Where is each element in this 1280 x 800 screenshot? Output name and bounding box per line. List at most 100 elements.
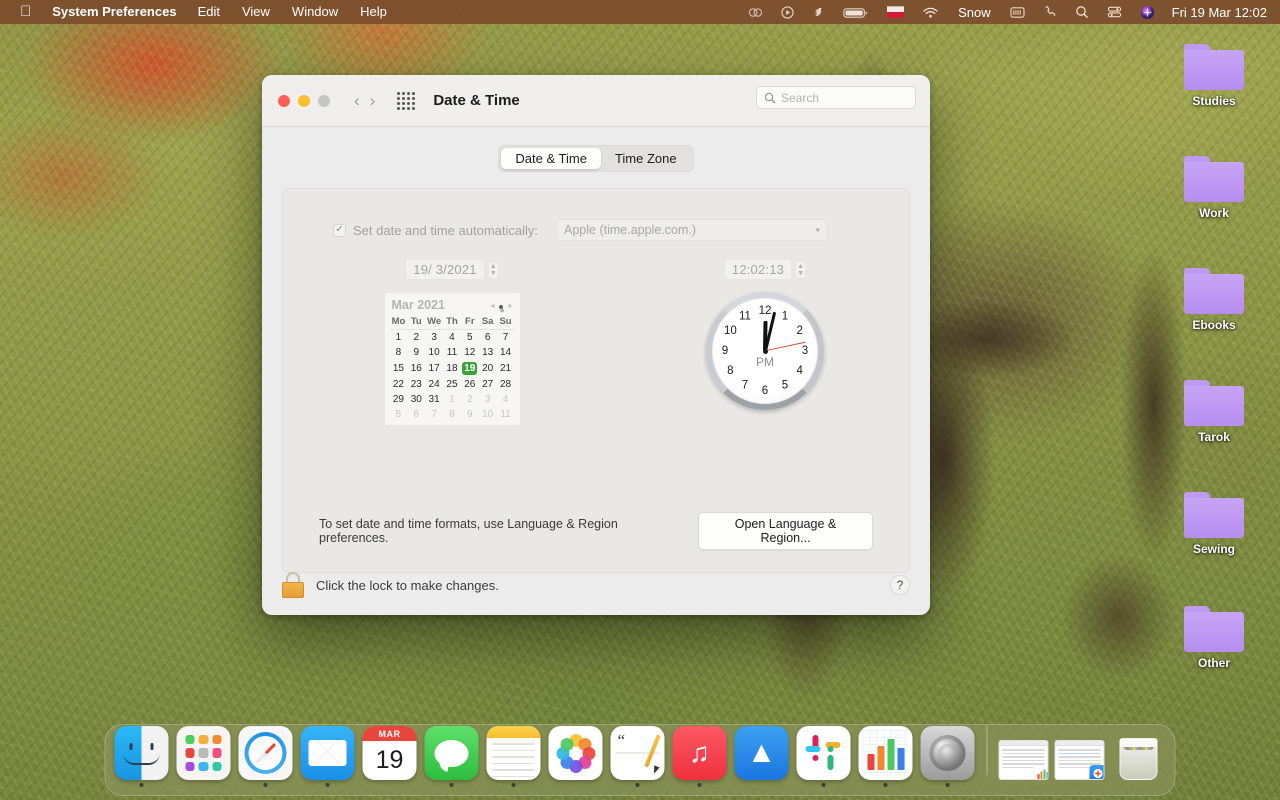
- dock-item-mail[interactable]: [300, 726, 356, 787]
- menu-bar-clock[interactable]: Fri 19 Mar 12:02: [1164, 5, 1271, 20]
- dock-item-safari[interactable]: [238, 726, 294, 787]
- calendar-day-cell[interactable]: 7: [497, 330, 515, 346]
- menu-item-edit[interactable]: Edit: [187, 0, 231, 24]
- tab-date-time[interactable]: Date & Time: [501, 148, 601, 169]
- time-stepper-field[interactable]: 12:02:13 ▲ ▼: [724, 259, 806, 280]
- bird-icon[interactable]: [803, 0, 834, 24]
- menu-item-view[interactable]: View: [231, 0, 281, 24]
- date-stepper-field[interactable]: 19/ 3/2021 ▲ ▼: [405, 259, 498, 280]
- siri-icon[interactable]: [1131, 0, 1164, 24]
- dock-minimized-safari-window[interactable]: [1055, 740, 1105, 787]
- calendar-day-cell[interactable]: 1: [443, 392, 461, 407]
- desktop-folder-other[interactable]: Other: [1166, 606, 1262, 670]
- calendar-day-cell[interactable]: 8: [390, 345, 408, 360]
- open-language-region-button[interactable]: Open Language & Region...: [698, 512, 873, 550]
- date-value[interactable]: 19/ 3/2021: [405, 259, 484, 280]
- menu-item-help[interactable]: Help: [349, 0, 398, 24]
- calendar-day-cell[interactable]: 2: [461, 392, 479, 407]
- calendar-day-cell[interactable]: 8: [443, 407, 461, 422]
- desktop-folder-ebooks[interactable]: Ebooks: [1166, 268, 1262, 332]
- keyboard-icon[interactable]: [1001, 0, 1034, 24]
- calendar-day-cell[interactable]: 31: [425, 392, 443, 407]
- calendar-day-cell[interactable]: 6: [407, 407, 425, 422]
- calendar-day-cell[interactable]: 26: [461, 377, 479, 392]
- apple-logo-icon[interactable]: : [9, 1, 42, 23]
- calendar-day-cell[interactable]: 10: [425, 345, 443, 360]
- record-circle-icon[interactable]: [772, 0, 803, 24]
- calendar-day-cell[interactable]: 25: [443, 377, 461, 392]
- poland-flag-icon[interactable]: [878, 0, 913, 24]
- control-center-icon[interactable]: [1098, 0, 1131, 24]
- calendar-today-icon[interactable]: ●: [499, 305, 503, 309]
- wifi-icon[interactable]: [913, 0, 948, 24]
- dock-item-launchpad[interactable]: [176, 726, 232, 787]
- calendar-day-cell[interactable]: 21: [497, 360, 515, 377]
- help-button[interactable]: ?: [890, 575, 910, 595]
- calendar-day-cell[interactable]: 6: [479, 330, 497, 346]
- calendar-day-cell[interactable]: 7: [425, 407, 443, 422]
- calendar-day-cell[interactable]: 30: [407, 392, 425, 407]
- time-stepper[interactable]: ▲ ▼: [795, 261, 806, 279]
- calendar-day-cell[interactable]: 13: [479, 345, 497, 360]
- calendar-next-icon[interactable]: ▸: [508, 301, 512, 310]
- calendar-day-cell[interactable]: 15: [390, 360, 408, 377]
- calendar-day-cell[interactable]: 10: [479, 407, 497, 422]
- dock-item-system-preferences[interactable]: [920, 726, 976, 787]
- calendar-day-cell[interactable]: 22: [390, 377, 408, 392]
- calendar-day-cell[interactable]: 12: [461, 345, 479, 360]
- zoom-button[interactable]: [318, 95, 330, 107]
- close-button[interactable]: [278, 95, 290, 107]
- dock-item-slack[interactable]: [796, 726, 852, 787]
- calendar-day-cell[interactable]: 3: [479, 392, 497, 407]
- menu-status-snow-label[interactable]: Snow: [948, 5, 1001, 20]
- dock-item-calendar[interactable]: MAR 19: [362, 726, 418, 787]
- menu-item-system-preferences[interactable]: System Preferences: [42, 0, 186, 24]
- time-value[interactable]: 12:02:13: [724, 259, 792, 280]
- calendar-prev-icon[interactable]: ◂: [490, 301, 494, 310]
- calendar-day-cell[interactable]: 14: [497, 345, 515, 360]
- show-all-grid-icon[interactable]: [397, 92, 415, 110]
- calendar-day-cell[interactable]: 18: [443, 360, 461, 377]
- dock-item-finder[interactable]: [114, 726, 170, 787]
- dock-item-music[interactable]: ♫: [672, 726, 728, 787]
- calendar-day-cell[interactable]: 5: [390, 407, 408, 422]
- desktop-folder-work[interactable]: Work: [1166, 156, 1262, 220]
- calendar-day-cell[interactable]: 24: [425, 377, 443, 392]
- dock-item-numbers[interactable]: [858, 726, 914, 787]
- calendar-day-cell[interactable]: 28: [497, 377, 515, 392]
- dock-item-app-store[interactable]: ▲: [734, 726, 790, 787]
- calendar-day-cell[interactable]: 1: [390, 330, 408, 346]
- forward-button[interactable]: ›: [370, 92, 376, 109]
- calendar-day-cell[interactable]: 9: [407, 345, 425, 360]
- minimize-button[interactable]: [298, 95, 310, 107]
- desktop-folder-studies[interactable]: Studies: [1166, 44, 1262, 108]
- menu-item-window[interactable]: Window: [281, 0, 349, 24]
- set-automatically-checkbox[interactable]: ✓: [333, 224, 346, 237]
- search-input[interactable]: Search: [756, 86, 916, 109]
- dock-item-trash[interactable]: [1111, 726, 1167, 787]
- time-server-select[interactable]: Apple (time.apple.com.) ▾: [555, 219, 828, 241]
- padlock-closed-icon[interactable]: [282, 572, 304, 598]
- desktop-folder-sewing[interactable]: Sewing: [1166, 492, 1262, 556]
- calendar-day-cell[interactable]: 29: [390, 392, 408, 407]
- calendar-day-cell[interactable]: 19: [461, 360, 479, 377]
- calendar-day-cell[interactable]: 17: [425, 360, 443, 377]
- dock-item-messages[interactable]: [424, 726, 480, 787]
- date-stepper[interactable]: ▲ ▼: [488, 261, 499, 279]
- creative-cloud-icon[interactable]: [739, 0, 772, 24]
- calendar-day-cell[interactable]: 3: [425, 330, 443, 346]
- phone-icon[interactable]: [1034, 0, 1066, 24]
- calendar-day-cell[interactable]: 2: [407, 330, 425, 346]
- calendar-day-cell[interactable]: 27: [479, 377, 497, 392]
- calendar-day-cell[interactable]: 16: [407, 360, 425, 377]
- calendar-day-cell[interactable]: 11: [497, 407, 515, 422]
- calendar-day-cell[interactable]: 4: [443, 330, 461, 346]
- battery-icon[interactable]: [834, 0, 878, 24]
- tab-time-zone[interactable]: Time Zone: [601, 148, 691, 169]
- back-button[interactable]: ‹: [354, 92, 360, 109]
- dock-item-notes[interactable]: [486, 726, 542, 787]
- dock-minimized-numbers-document[interactable]: [999, 740, 1049, 787]
- calendar-day-cell[interactable]: 11: [443, 345, 461, 360]
- search-icon[interactable]: [1066, 0, 1098, 24]
- calendar-day-cell[interactable]: 4: [497, 392, 515, 407]
